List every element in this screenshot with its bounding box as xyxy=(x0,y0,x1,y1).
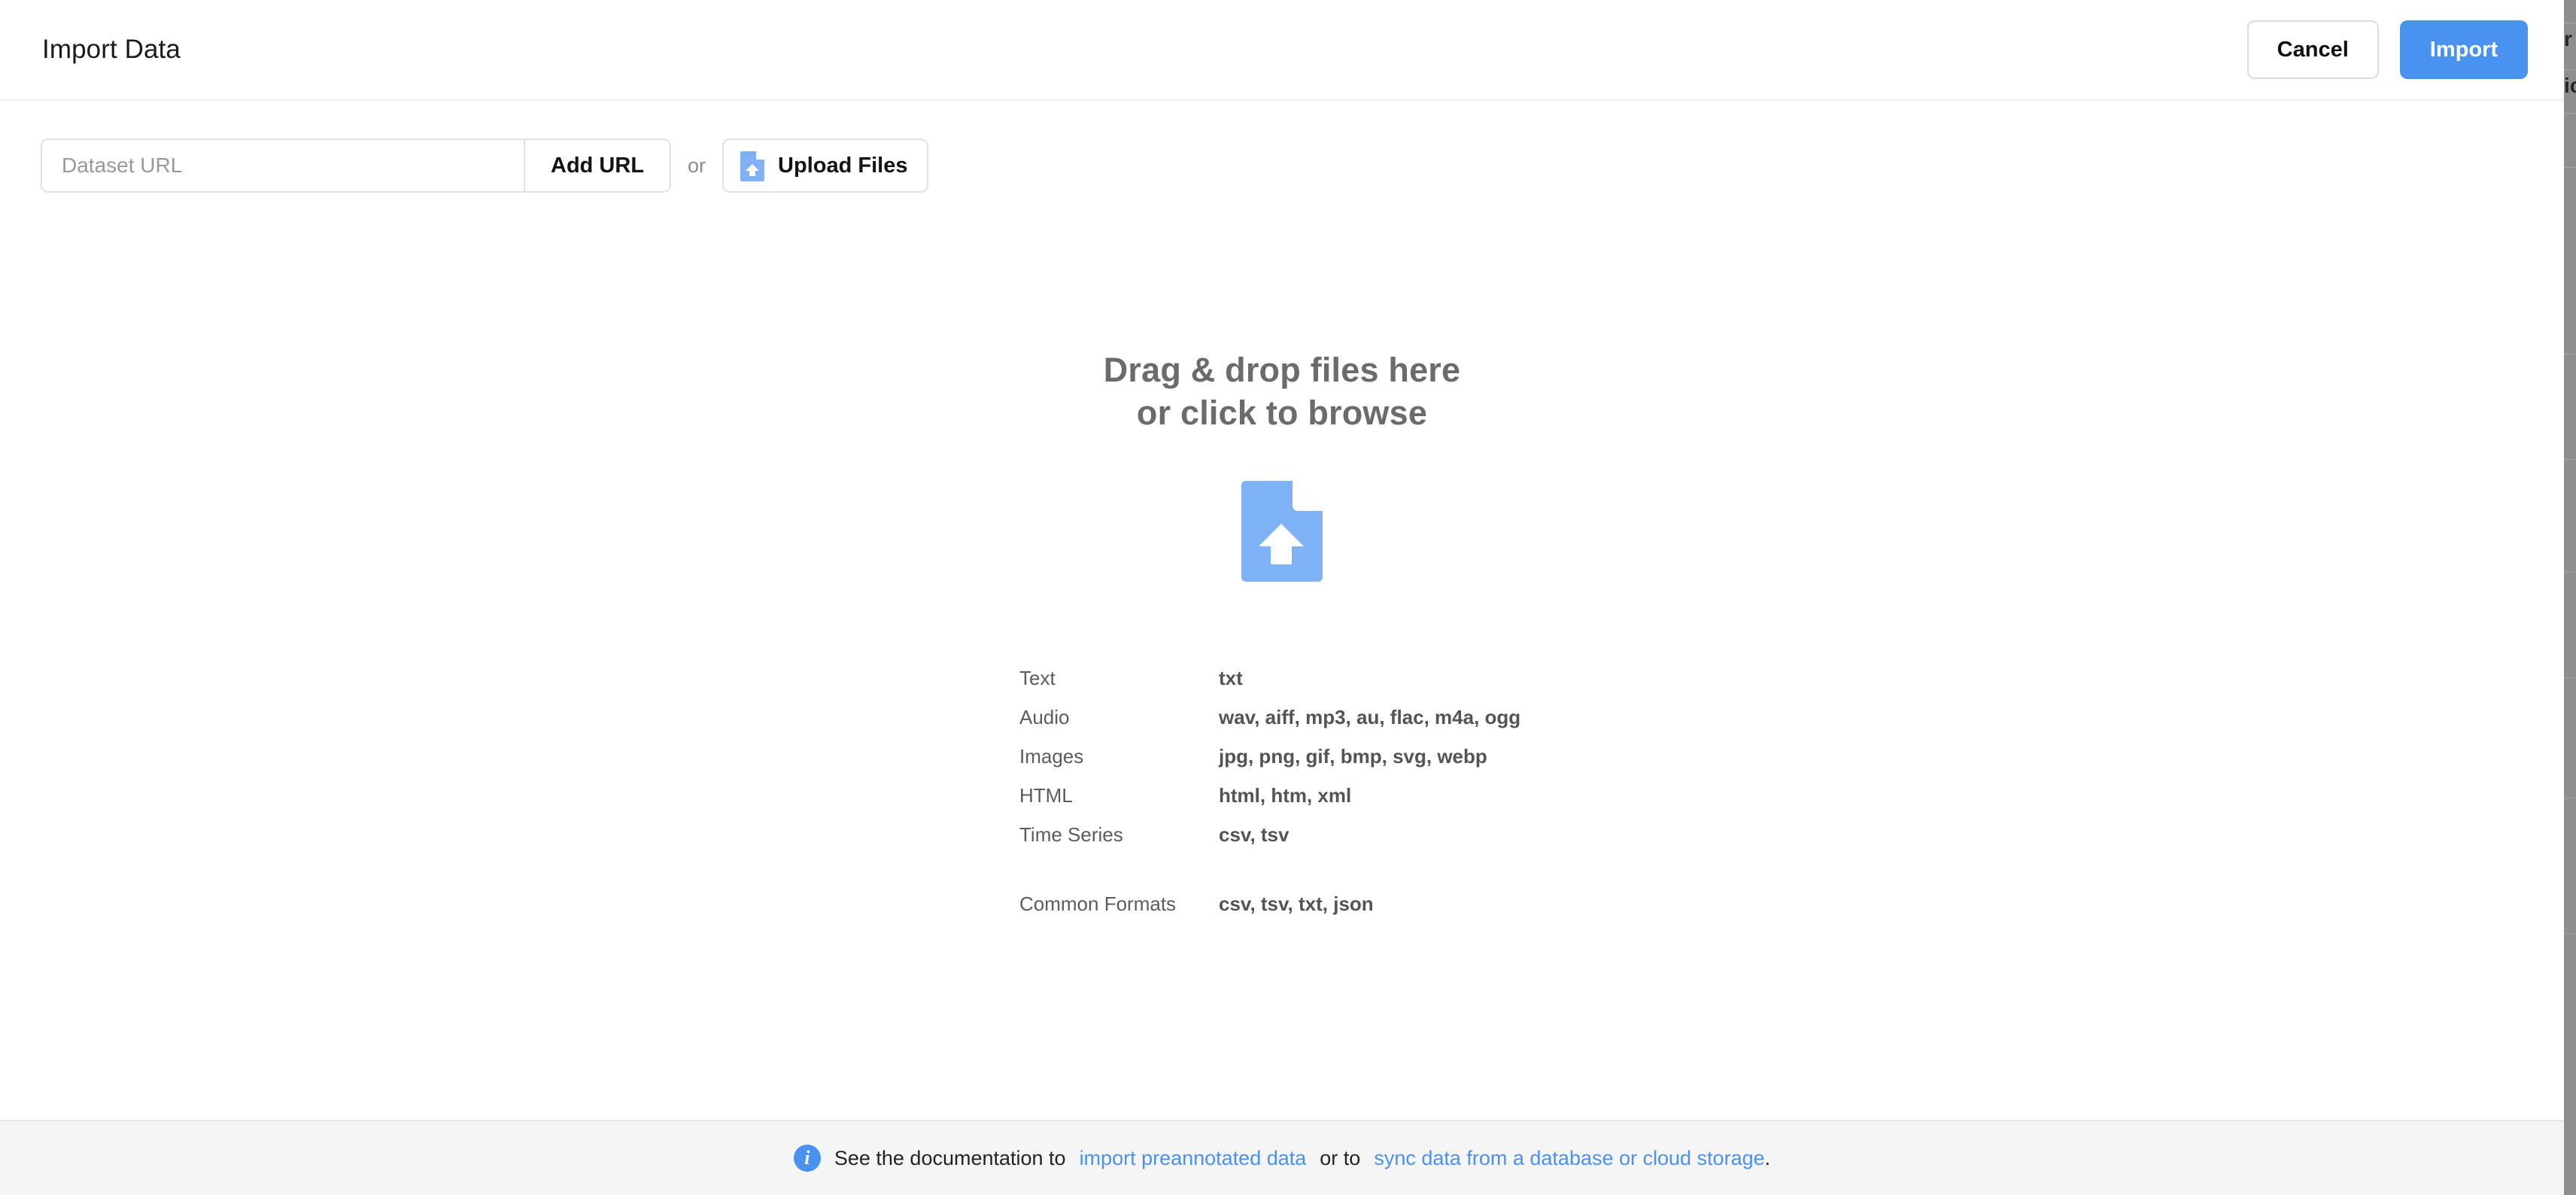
url-input-group: Add URL xyxy=(41,138,672,193)
url-input-row: Add URL or Upload Files xyxy=(41,138,929,193)
format-row: Audio wav, aiff, mp3, au, flac, m4a, ogg xyxy=(1019,706,1520,745)
common-formats-value: csv, tsv, txt, json xyxy=(1219,892,1374,915)
footer-text-after: . xyxy=(1764,1146,1771,1169)
footer-text-middle: or to xyxy=(1320,1146,1361,1169)
import-button[interactable]: Import xyxy=(2399,20,2528,79)
import-preannotated-data-link[interactable]: import preannotated data xyxy=(1080,1147,1307,1170)
format-label: Images xyxy=(1019,745,1084,768)
add-url-button[interactable]: Add URL xyxy=(524,140,670,191)
upload-files-button[interactable]: Upload Files xyxy=(722,138,929,193)
page-title: Import Data xyxy=(42,35,181,64)
background-text-fragment-top: r xyxy=(2564,27,2572,50)
format-label: Time Series xyxy=(1019,823,1123,846)
modal-header: Import Data Cancel Import xyxy=(0,0,2564,101)
upload-files-label: Upload Files xyxy=(778,153,908,178)
dropzone-title-line1: Drag & drop files here xyxy=(1103,351,1461,389)
file-upload-icon xyxy=(1241,481,1323,585)
info-circle-icon: i xyxy=(793,1145,821,1172)
format-label: Text xyxy=(1019,667,1056,689)
modal-footer: i See the documentation to import preann… xyxy=(0,1120,2564,1195)
format-label: HTML xyxy=(1019,784,1073,807)
format-row: Time Series csv, tsv xyxy=(1019,823,1520,862)
format-label: Audio xyxy=(1019,706,1070,728)
common-formats-row: Common Formats csv, tsv, txt, json xyxy=(1019,892,1520,932)
format-value: txt xyxy=(1219,667,1243,689)
import-data-modal: Import Data Cancel Import Add URL or xyxy=(0,0,2564,1195)
header-actions: Cancel Import xyxy=(2246,20,2528,79)
format-row: HTML html, htm, xml xyxy=(1019,784,1520,823)
sync-data-link[interactable]: sync data from a database or cloud stora… xyxy=(1374,1147,1764,1170)
cancel-button[interactable]: Cancel xyxy=(2246,20,2379,79)
modal-body: Add URL or Upload Files Drag & drop file… xyxy=(0,101,2564,1120)
file-dropzone[interactable]: Drag & drop files here or click to brows… xyxy=(0,349,2564,585)
background-page-strip: r ic xyxy=(2564,0,2576,1195)
format-value: wav, aiff, mp3, au, flac, m4a, ogg xyxy=(1219,706,1521,728)
format-value: html, htm, xml xyxy=(1219,784,1352,807)
supported-formats-list: Text txt Audio wav, aiff, mp3, au, flac,… xyxy=(1019,667,1520,932)
dropzone-title: Drag & drop files here or click to brows… xyxy=(1104,349,1461,434)
format-value: jpg, png, gif, bmp, svg, webp xyxy=(1219,745,1487,768)
background-text-fragment-bottom: ic xyxy=(2564,74,2576,97)
dropzone-title-line2: or click to browse xyxy=(1136,393,1428,432)
format-row: Images jpg, png, gif, bmp, svg, webp xyxy=(1019,745,1520,784)
or-separator-label: or xyxy=(688,154,706,177)
format-value: csv, tsv xyxy=(1219,823,1290,846)
footer-documentation-note: i See the documentation to import preann… xyxy=(793,1145,1770,1172)
footer-text-before: See the documentation to xyxy=(834,1146,1066,1169)
format-row: Text txt xyxy=(1019,667,1520,706)
dataset-url-input[interactable] xyxy=(42,140,524,191)
common-formats-label: Common Formats xyxy=(1019,892,1177,915)
file-upload-icon xyxy=(740,150,766,181)
footer-link2-wrap: sync data from a database or cloud stora… xyxy=(1374,1147,1770,1170)
